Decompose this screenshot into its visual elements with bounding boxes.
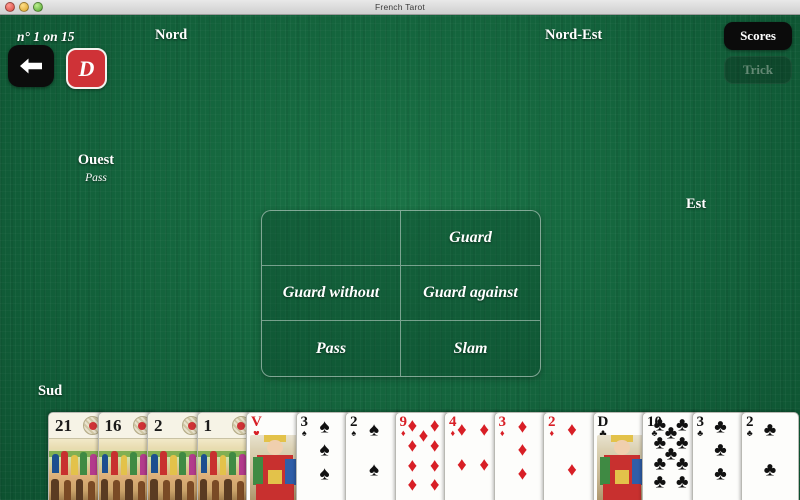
bid-option-empty [262, 211, 401, 266]
card-pip: ♠ [319, 439, 330, 461]
app-logo-letter: D [78, 55, 95, 81]
card-pip: ♠ [368, 459, 380, 481]
trump-rank: 16 [104, 415, 122, 435]
card-pip: ♣ [675, 453, 689, 475]
card-pip: ♣ [714, 439, 727, 461]
trump-artwork [49, 439, 105, 500]
window-titlebar: French Tarot [0, 0, 800, 15]
card-pip: ♠ [368, 419, 380, 441]
seat-est: Est [686, 196, 707, 216]
card-pip: ♦ [567, 419, 577, 441]
card-pip: ♦ [407, 415, 418, 437]
card-pip: ♦ [517, 463, 528, 485]
card-corner-rank: 4 ♦ [449, 414, 457, 438]
game-table: n° 1 on 15 D Scores Trick Nord Nord-Est … [0, 14, 800, 500]
window-title: French Tarot [375, 2, 425, 12]
card-corner-rank: 2 ♣ [746, 414, 754, 438]
bid-option-slam[interactable]: Slam [401, 321, 540, 376]
card-pip: ♣ [714, 416, 727, 438]
card-corner-rank: 2 ♠ [350, 414, 358, 438]
seat-ouest: Ouest Pass [63, 152, 129, 184]
card-pip: ♣ [675, 432, 689, 454]
card-pip: ♦ [407, 455, 418, 477]
card-corner-rank: 3 ♣ [696, 414, 705, 438]
seat-nord-est: Nord-Est [545, 27, 603, 47]
trump-artwork [148, 439, 204, 500]
card-pip: ♦ [429, 435, 440, 457]
card-pip: ♦ [456, 454, 467, 476]
trump-rank: 1 [203, 415, 213, 435]
back-button[interactable] [8, 45, 54, 87]
card-pip: ♣ [664, 422, 678, 444]
card-pip: ♣ [675, 414, 689, 436]
seat-est-name: Est [686, 196, 707, 212]
bid-option-pass[interactable]: Pass [262, 321, 401, 376]
deal-counter: n° 1 on 15 [17, 29, 75, 44]
trick-button: Trick [724, 56, 792, 84]
seat-ouest-name: Ouest [77, 152, 115, 168]
bid-option-guard-without[interactable]: Guard without [262, 266, 401, 321]
card-pip: ♦ [517, 416, 528, 438]
card-pip: ♦ [429, 474, 440, 496]
card-pip: ♠ [319, 416, 330, 438]
app-window: French Tarot n° 1 on 15 D Scores Trick N… [0, 0, 800, 500]
card-pip: ♠ [319, 463, 330, 485]
seat-sud-name: Sud [38, 383, 63, 399]
card-pip: ♦ [567, 459, 577, 481]
seat-ouest-bid: Pass [85, 171, 107, 184]
trump-header: 2 [148, 413, 204, 439]
seat-sud: Sud [38, 383, 63, 403]
card-pip: ♦ [429, 455, 440, 477]
card-pip: ♦ [517, 439, 528, 461]
seat-nord: Nord [155, 27, 188, 47]
bid-option-guard[interactable]: Guard [401, 211, 540, 266]
card-pip: ♦ [456, 419, 467, 441]
card-pip: ♦ [407, 474, 418, 496]
court-artwork [596, 435, 647, 500]
card-corner-rank: 3 ♠ [300, 414, 309, 438]
scores-button[interactable]: Scores [724, 22, 792, 50]
back-arrow-icon [20, 58, 42, 74]
player-hand: 21 16 2 1 V ♥ 3 ♠ ♠ ♠ ♠ 2 ♠ ♠ ♠ 9 ♦ ♦ ♦ ♦ ♦ ♦ ♦ ♦ ♦ ♦ 4 ♦ ♦ ♦ ♦ ♦ 3 ♦ ♦ ♦ ♦ 2… [0, 412, 800, 500]
card-pip: ♦ [418, 425, 429, 447]
seat-nord-name: Nord [155, 27, 188, 43]
card-pip: ♣ [714, 463, 727, 485]
card-pip: ♣ [653, 453, 667, 475]
card-pip: ♣ [675, 471, 689, 493]
card-corner-rank: 2 ♦ [548, 414, 556, 438]
trump-rank: 21 [55, 415, 72, 435]
seat-nord-est-name: Nord-Est [545, 27, 603, 43]
court-artwork [250, 435, 300, 500]
card-corner-rank: 9 ♦ [399, 414, 408, 438]
hand-card[interactable]: 2 ♣ ♣ ♣ [741, 412, 799, 500]
trump-rank: 2 [154, 415, 163, 435]
card-pip: ♦ [479, 419, 490, 441]
card-pip: ♣ [763, 419, 777, 441]
court-header: V ♥ [247, 413, 303, 440]
app-logo-button[interactable]: D [66, 48, 107, 89]
bid-option-guard-against[interactable]: Guard against [401, 266, 540, 321]
card-pip: ♣ [653, 471, 667, 493]
card-pip: ♦ [429, 415, 440, 437]
trump-header: 21 [49, 413, 105, 439]
card-corner-rank: 3 ♦ [498, 414, 507, 438]
bid-selection-grid: Guard Guard without Guard against Pass S… [261, 210, 541, 377]
card-pip: ♦ [479, 454, 490, 476]
card-pip: ♣ [763, 459, 777, 481]
card-pip: ♦ [407, 435, 418, 457]
